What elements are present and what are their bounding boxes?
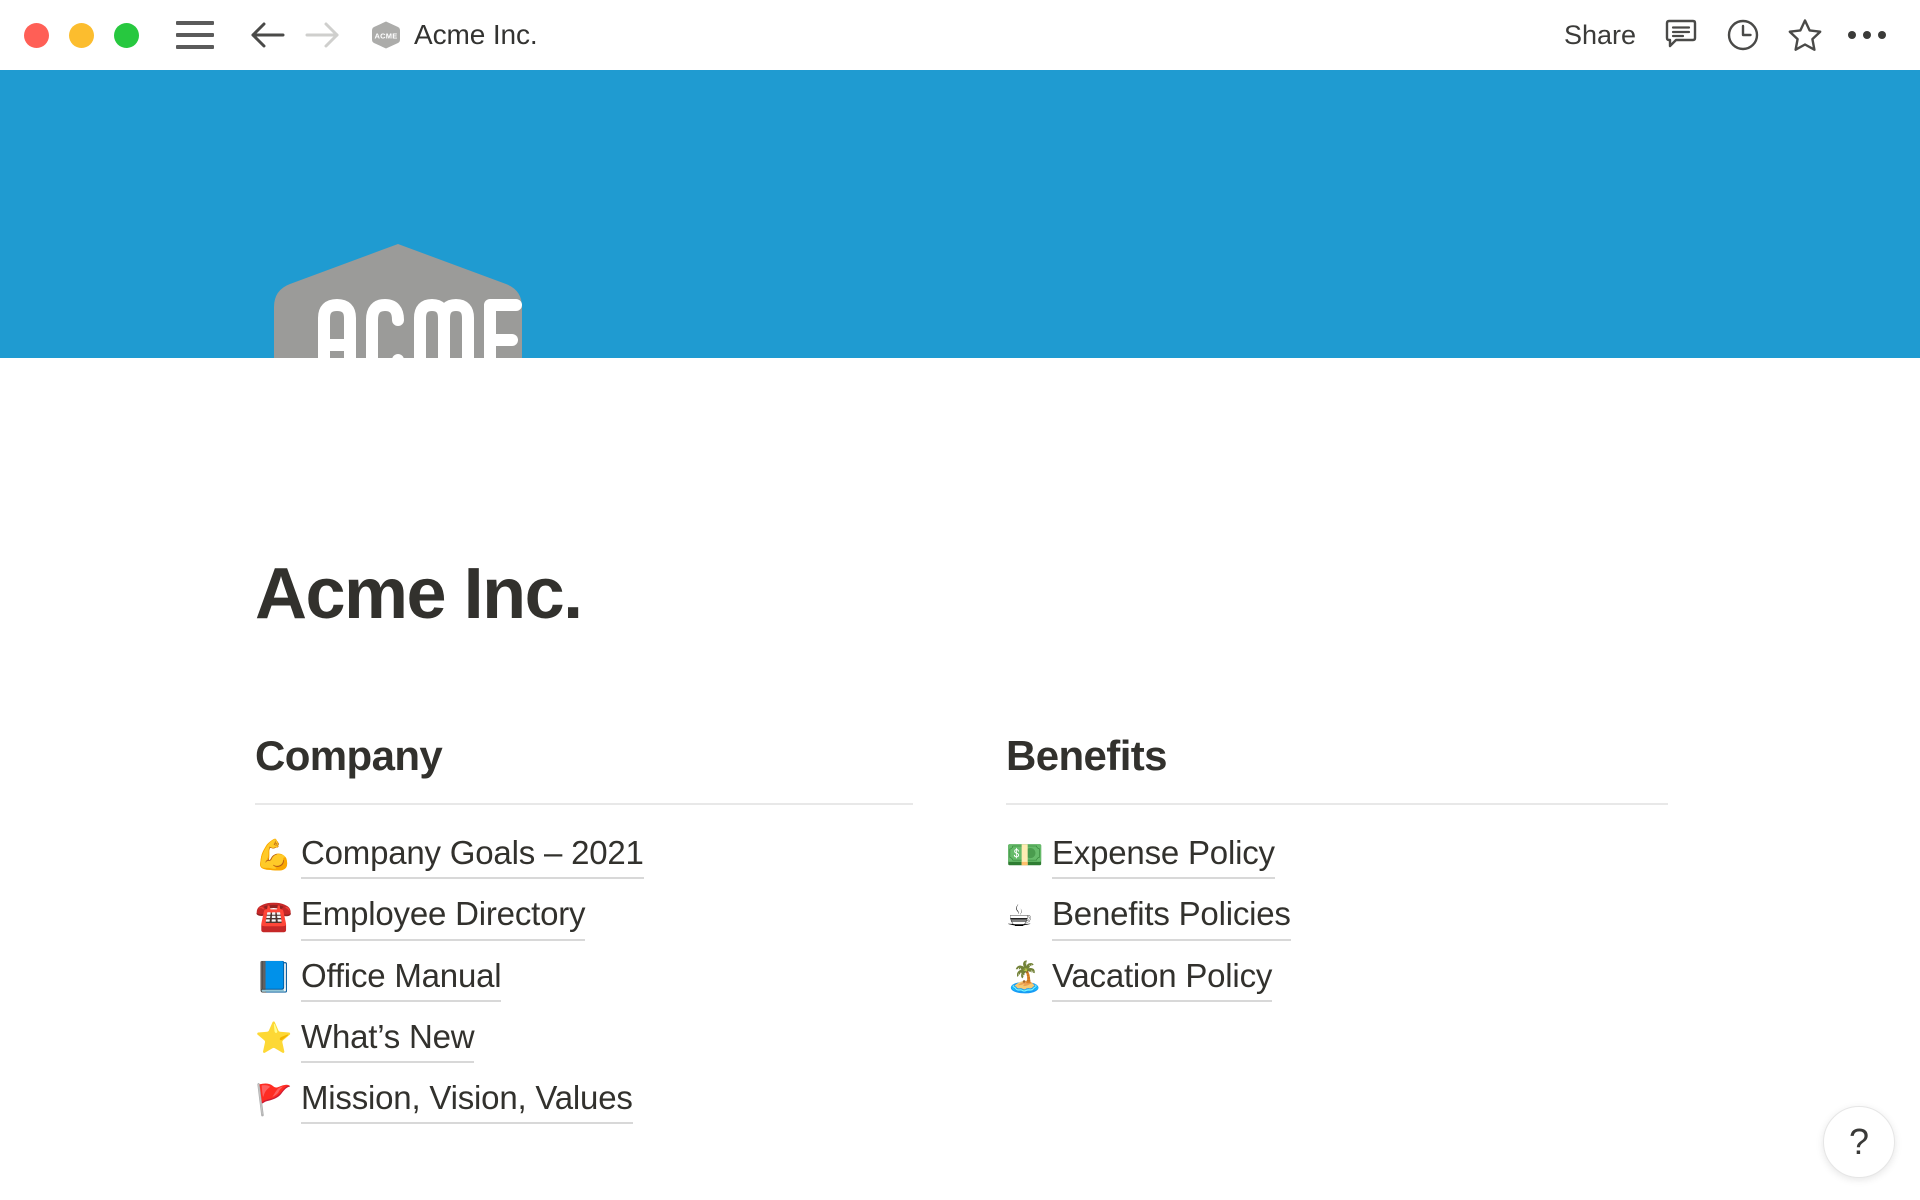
window-title: Acme Inc. xyxy=(414,19,538,50)
link-mission-vision-values[interactable]: Mission, Vision, Values xyxy=(301,1077,633,1125)
desert-island-emoji: 🏝️ xyxy=(1006,960,1044,996)
telephone-emoji: ☎️ xyxy=(255,898,293,934)
dot xyxy=(1863,31,1871,39)
section-heading: Benefits xyxy=(1006,732,1168,779)
dot xyxy=(1878,31,1886,39)
clock-history-icon[interactable] xyxy=(1712,11,1774,59)
dot xyxy=(1848,31,1856,39)
title-bar: ACME Acme Inc. Share xyxy=(0,0,1920,70)
section-divider xyxy=(1006,803,1668,806)
help-button[interactable]: ? xyxy=(1823,1106,1895,1178)
more-options-icon[interactable] xyxy=(1836,11,1898,59)
link-company-goals[interactable]: Company Goals – 2021 xyxy=(301,832,644,880)
page-content: Acme Inc. Company 💪 Company Goals – 2021… xyxy=(0,358,1920,1200)
blue-book-emoji: 📘 xyxy=(255,960,293,996)
app-window: ACME Acme Inc. Share Acme Inc. Company 💪… xyxy=(0,0,1920,1200)
navigation-arrows xyxy=(246,15,344,55)
sections-columns: Company 💪 Company Goals – 2021 ☎️ Employ… xyxy=(0,732,1920,1125)
list-item[interactable]: ☕ Benefits Policies xyxy=(1006,893,1668,941)
list-item[interactable]: ☎️ Employee Directory xyxy=(255,893,913,941)
maximize-window-button[interactable] xyxy=(114,22,139,48)
hamburger-bar xyxy=(176,21,214,25)
section-company: Company 💪 Company Goals – 2021 ☎️ Employ… xyxy=(255,732,913,1125)
star-icon[interactable] xyxy=(1774,11,1836,59)
flexed-biceps-emoji: 💪 xyxy=(255,837,293,873)
link-employee-directory[interactable]: Employee Directory xyxy=(301,893,586,941)
dollar-banknote-emoji: 💵 xyxy=(1006,837,1044,873)
link-vacation-policy[interactable]: Vacation Policy xyxy=(1052,955,1272,1002)
list-item[interactable]: 📘 Office Manual xyxy=(255,955,913,1002)
comment-bubble-icon[interactable] xyxy=(1650,11,1712,59)
list-item[interactable]: 💪 Company Goals – 2021 xyxy=(255,832,913,880)
link-benefits-policies[interactable]: Benefits Policies xyxy=(1052,893,1291,941)
link-list-benefits: 💵 Expense Policy ☕ Benefits Policies 🏝️ … xyxy=(1006,832,1668,1002)
section-benefits: Benefits 💵 Expense Policy ☕ Benefits Pol… xyxy=(1006,732,1668,1124)
share-button[interactable]: Share xyxy=(1550,14,1650,57)
link-list-company: 💪 Company Goals – 2021 ☎️ Employee Direc… xyxy=(255,832,913,1125)
list-item[interactable]: 🚩 Mission, Vision, Values xyxy=(255,1077,913,1125)
link-office-manual[interactable]: Office Manual xyxy=(301,955,502,1002)
minimize-window-button[interactable] xyxy=(69,22,94,48)
section-heading: Company xyxy=(255,732,443,779)
hot-beverage-emoji: ☕ xyxy=(1006,898,1033,934)
list-item[interactable]: 🏝️ Vacation Policy xyxy=(1006,955,1668,1002)
hamburger-menu-icon[interactable] xyxy=(176,20,214,50)
page-title: Acme Inc. xyxy=(255,554,583,634)
hamburger-bar xyxy=(176,45,214,49)
link-whats-new[interactable]: What’s New xyxy=(301,1016,475,1064)
svg-text:ACME: ACME xyxy=(374,32,397,41)
arrow-left-icon[interactable] xyxy=(246,15,288,55)
section-divider xyxy=(255,803,913,806)
arrow-right-icon[interactable] xyxy=(302,15,344,55)
list-item[interactable]: ⭐ What’s New xyxy=(255,1016,913,1064)
list-item[interactable]: 💵 Expense Policy xyxy=(1006,832,1668,880)
hamburger-bar xyxy=(176,33,214,37)
close-window-button[interactable] xyxy=(24,22,49,48)
acme-favicon-icon: ACME xyxy=(371,20,401,50)
link-expense-policy[interactable]: Expense Policy xyxy=(1052,832,1275,880)
triangular-flag-emoji: 🚩 xyxy=(255,1082,293,1118)
title-bar-actions: Share xyxy=(1550,11,1898,59)
star-emoji: ⭐ xyxy=(255,1021,293,1057)
window-controls xyxy=(24,22,139,48)
